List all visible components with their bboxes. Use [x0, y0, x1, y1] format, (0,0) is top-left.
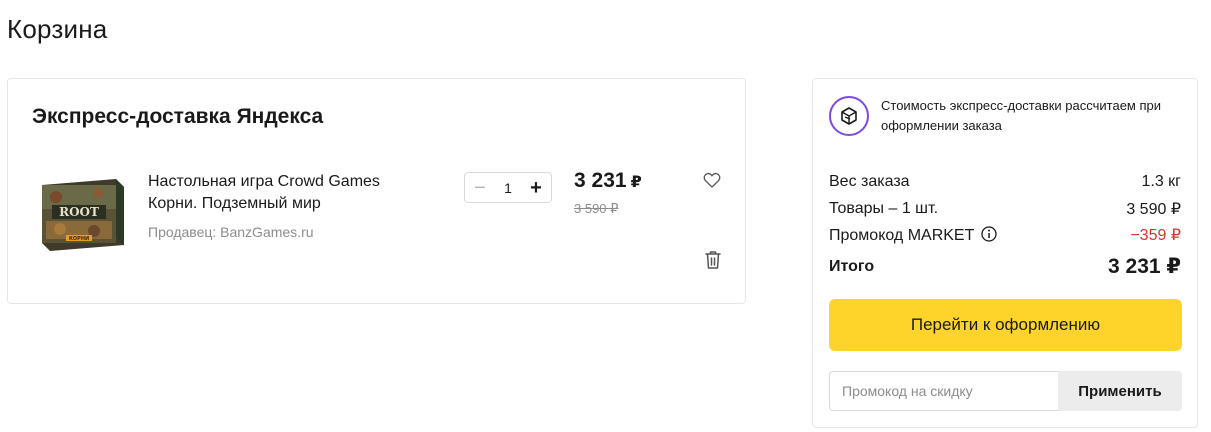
- promo-row: Промокод MARKET −359 ₽: [829, 225, 1181, 245]
- delivery-cost-note: Стоимость экспресс-доставки рассчитаем п…: [881, 98, 1162, 133]
- order-weight-label: Вес заказа: [829, 173, 910, 190]
- order-summary-card: Стоимость экспресс-доставки рассчитаем п…: [812, 78, 1198, 428]
- product-name[interactable]: Настольная игра Crowd Games Корни. Подзе…: [148, 171, 408, 215]
- total-label: Итого: [829, 257, 875, 275]
- product-image[interactable]: ROOT КОРНИ: [36, 177, 126, 252]
- svg-text:КОРНИ: КОРНИ: [69, 236, 89, 242]
- item-price: 3 231 ₽: [574, 169, 642, 193]
- promo-discount-value: −359 ₽: [1130, 227, 1181, 244]
- trash-icon[interactable]: [704, 250, 722, 270]
- checkout-button[interactable]: Перейти к оформлению: [829, 299, 1182, 351]
- promo-form: Применить: [829, 371, 1182, 411]
- info-icon[interactable]: [980, 225, 997, 242]
- svg-text:ROOT: ROOT: [59, 205, 99, 219]
- quantity-value[interactable]: 1: [504, 180, 512, 196]
- goods-label: Товары – 1 шт.: [829, 200, 939, 217]
- item-price-value: 3 231: [574, 169, 627, 192]
- promo-code-input[interactable]: [829, 371, 1058, 411]
- order-weight-value: 1.3 кг: [1141, 173, 1181, 190]
- goods-row: Товары – 1 шт. 3 590 ₽: [829, 199, 1181, 219]
- promo-label: Промокод MARKET: [829, 226, 975, 244]
- item-old-price: 3 590 ₽: [574, 201, 619, 216]
- quantity-increase-button[interactable]: +: [527, 178, 545, 198]
- apply-promo-button[interactable]: Применить: [1058, 371, 1182, 411]
- goods-value: 3 590 ₽: [1126, 201, 1181, 218]
- product-seller[interactable]: Продавец: BanzGames.ru: [148, 224, 314, 240]
- item-price-currency: ₽: [630, 174, 642, 191]
- quantity-stepper: − 1 +: [464, 172, 552, 203]
- heart-icon[interactable]: [702, 170, 722, 190]
- quantity-decrease-button[interactable]: −: [471, 178, 489, 198]
- total-value: 3 231 ₽: [1108, 255, 1181, 278]
- total-row: Итого 3 231 ₽: [829, 254, 1181, 279]
- express-delivery-icon: [829, 96, 869, 136]
- delivery-title: Экспресс-доставка Яндекса: [32, 105, 324, 128]
- order-weight-row: Вес заказа 1.3 кг: [829, 173, 1181, 191]
- cart-card: Экспресс-доставка Яндекса ROOT КОРНИ Нас…: [7, 78, 746, 304]
- page-title: Корзина: [7, 14, 108, 44]
- promo-label-wrap: Промокод MARKET: [829, 225, 997, 245]
